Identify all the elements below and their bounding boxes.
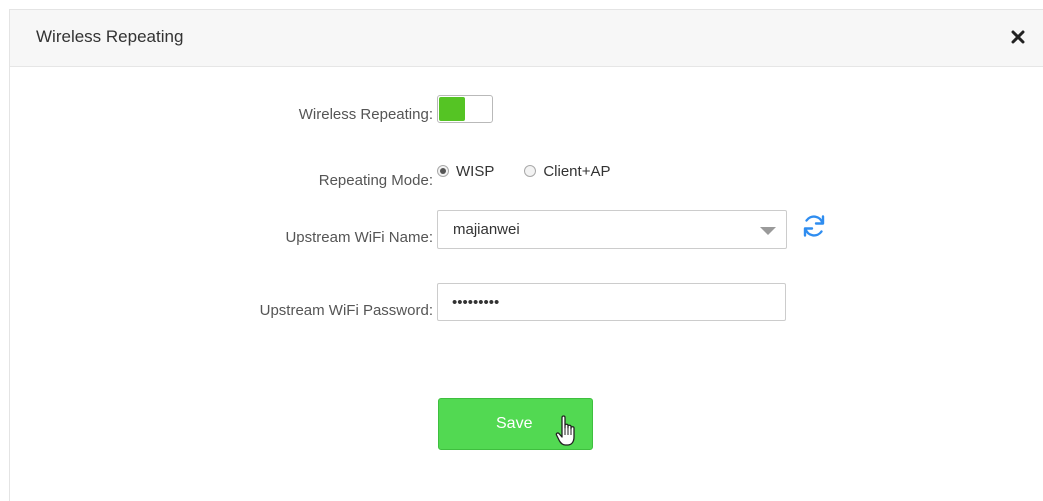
upstream-wifi-password-label: Upstream WiFi Password: [259,302,433,319]
radio-client-ap[interactable]: Client+AP [524,163,610,180]
close-icon[interactable] [1007,26,1029,48]
radio-wisp-circle[interactable] [437,165,449,177]
repeating-mode-label: Repeating Mode: [318,172,433,189]
wireless-repeating-toggle[interactable] [437,95,493,123]
upstream-wifi-password-input[interactable] [437,283,786,321]
radio-wisp[interactable]: WISP [437,163,494,180]
radio-wisp-label: WISP [456,162,495,180]
refresh-icon[interactable] [799,211,829,241]
dialog-title: Wireless Repeating [36,27,184,46]
upstream-wifi-name-label: Upstream WiFi Name: [285,229,433,246]
hand-pointer-icon [555,415,575,446]
radio-client-ap-label: Client+AP [543,162,611,180]
save-button-label: Save [496,415,533,432]
upstream-wifi-name-select[interactable]: majianwei [437,210,787,249]
dialog-header: Wireless Repeating [10,10,1043,67]
repeating-mode-radio-group: WISP Client+AP [437,160,610,182]
toggle-on-indicator [439,97,465,121]
wireless-repeating-label: Wireless Repeating: [298,106,433,123]
upstream-wifi-name-value: majianwei [453,221,520,238]
radio-client-ap-circle[interactable] [524,165,537,177]
chevron-down-icon [760,227,776,235]
